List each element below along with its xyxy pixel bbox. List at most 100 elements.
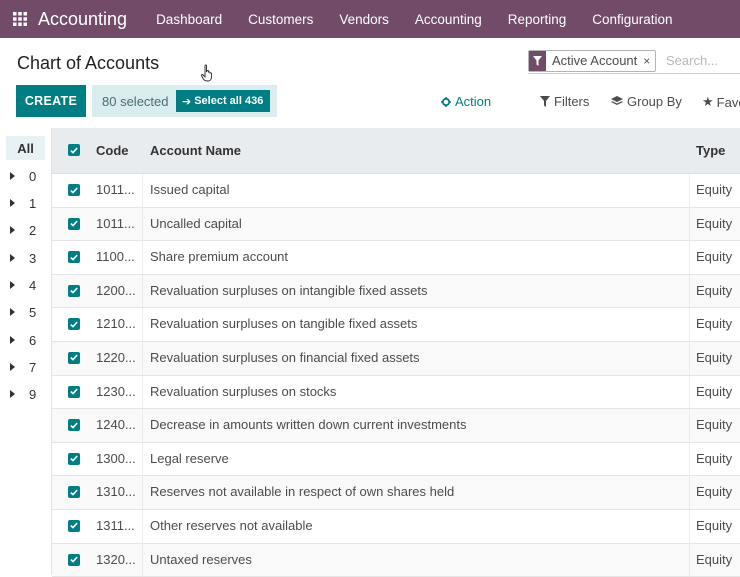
column-divider [142,341,143,375]
row-checkbox[interactable] [68,251,80,264]
nav-dashboard[interactable]: Dashboard [143,0,235,38]
row-checkbox[interactable] [68,486,80,499]
search-bar[interactable]: Active Account × Search... [528,50,740,74]
cell-code[interactable]: 1310... [96,484,140,499]
cell-code[interactable]: 1200... [96,283,140,298]
row-checkbox[interactable] [68,284,80,297]
app-title[interactable]: Accounting [38,9,127,30]
cell-account-name[interactable]: Revaluation surpluses on intangible fixe… [150,283,428,298]
table-row[interactable]: 1220... Revaluation surpluses on financia… [52,341,740,376]
cell-account-name[interactable]: Reserves not available in respect of own… [150,484,454,499]
sidebar-item-1[interactable]: 1 [10,193,36,213]
table-row[interactable]: 1320... Untaxed reserves Equity [52,543,740,577]
cell-type[interactable]: Equity [696,518,732,533]
cell-account-name[interactable]: Revaluation surpluses on stocks [150,384,336,399]
sidebar-item-9[interactable]: 9 [10,384,36,404]
cell-type[interactable]: Equity [696,182,732,197]
top-navbar: Accounting Dashboard Customers Vendors A… [0,0,740,38]
column-header-account-name[interactable]: Account Name [150,143,241,158]
cell-code[interactable]: 1311... [96,518,140,533]
facet-remove-icon[interactable]: × [643,51,655,71]
cell-account-name[interactable]: Revaluation surpluses on tangible fixed … [150,316,417,331]
column-divider [689,241,690,274]
sidebar-item-all[interactable]: All [6,136,45,160]
cell-account-name[interactable]: Issued capital [150,182,230,197]
cell-type[interactable]: Equity [696,283,732,298]
selection-indicator: 80 selected ➔ Select all 436 [92,85,277,117]
row-checkbox[interactable] [68,385,80,398]
cell-type[interactable]: Equity [696,451,732,466]
table-row[interactable]: 1210... Revaluation surpluses on tangible… [52,308,740,342]
column-header-type[interactable]: Type [696,143,725,158]
cell-type[interactable]: Equity [696,216,732,231]
filters-button[interactable]: Filters [540,94,589,109]
cell-account-name[interactable]: Uncalled capital [150,216,242,231]
table-row[interactable]: 1230... Revaluation surpluses on stocks Eq… [52,375,740,410]
cell-code[interactable]: 1240... [96,417,140,432]
cell-type[interactable]: Equity [696,350,732,365]
cell-code[interactable]: 1320... [96,552,140,567]
cell-code[interactable]: 1230... [96,384,140,399]
cell-type[interactable]: Equity [696,249,732,264]
cell-type[interactable]: Equity [696,417,732,432]
table-row[interactable]: 1200... Revaluation surpluses on intangib… [52,274,740,309]
row-checkbox[interactable] [68,351,80,364]
action-button[interactable]: Action [441,94,491,109]
cell-code[interactable]: 1220... [96,350,140,365]
select-all-button[interactable]: ➔ Select all 436 [176,90,270,112]
cell-account-name[interactable]: Decrease in amounts written down current… [150,417,466,432]
cell-code[interactable]: 1300... [96,451,140,466]
table-row[interactable]: 1300... Legal reserve Equity [52,442,740,477]
column-divider [142,476,143,509]
table-row[interactable]: 1311... Other reserves not available Equit… [52,509,740,544]
table-row[interactable]: 1310... Reserves not available in respect… [52,476,740,510]
cell-type[interactable]: Equity [696,384,732,399]
column-header-code[interactable]: Code [96,143,129,158]
cell-type[interactable]: Equity [696,316,732,331]
nav-accounting[interactable]: Accounting [402,0,495,38]
table-row[interactable]: 1240... Decrease in amounts written down … [52,409,740,443]
sidebar-item-5[interactable]: 5 [10,302,36,322]
nav-configuration[interactable]: Configuration [579,0,685,38]
nav-vendors[interactable]: Vendors [326,0,402,38]
table-row[interactable]: 1011... Uncalled capital Equity [52,207,740,242]
cell-account-name[interactable]: Legal reserve [150,451,229,466]
favorites-button[interactable]: ★ Favo [702,94,740,110]
nav-customers[interactable]: Customers [235,0,326,38]
sidebar-item-6[interactable]: 6 [10,330,36,350]
row-checkbox[interactable] [68,519,80,532]
groupby-button[interactable]: Group By [611,94,682,109]
row-checkbox[interactable] [68,217,80,230]
cell-account-name[interactable]: Untaxed reserves [150,552,252,567]
row-checkbox[interactable] [68,452,80,465]
column-divider [689,476,690,509]
column-divider [689,509,690,543]
cell-code[interactable]: 1100... [96,249,140,264]
cell-code[interactable]: 1011... [96,216,140,231]
table-row[interactable]: 1100... Share premium account Equity [52,241,740,275]
cell-type[interactable]: Equity [696,484,732,499]
sidebar-item-0[interactable]: 0 [10,166,36,186]
search-input[interactable]: Search... [666,53,718,68]
sidebar-item-3[interactable]: 3 [10,248,36,268]
table-row[interactable]: 1011... Issued capital Equity [52,174,740,208]
sidebar-item-7[interactable]: 7 [10,357,36,377]
row-checkbox[interactable] [68,553,80,566]
filter-icon [529,51,546,71]
cell-account-name[interactable]: Share premium account [150,249,288,264]
cell-account-name[interactable]: Revaluation surpluses on financial fixed… [150,350,420,365]
row-checkbox[interactable] [68,184,80,196]
cell-type[interactable]: Equity [696,552,732,567]
caret-right-icon [10,199,15,207]
row-checkbox[interactable] [68,318,80,331]
select-all-checkbox[interactable] [68,144,80,156]
cell-code[interactable]: 1011... [96,182,140,197]
create-button[interactable]: CREATE [16,85,86,117]
nav-reporting[interactable]: Reporting [495,0,580,38]
apps-menu-icon[interactable] [0,0,40,38]
sidebar-item-4[interactable]: 4 [10,275,36,295]
sidebar-item-2[interactable]: 2 [10,220,36,240]
row-checkbox[interactable] [68,419,80,432]
cell-account-name[interactable]: Other reserves not available [150,518,313,533]
cell-code[interactable]: 1210... [96,316,140,331]
